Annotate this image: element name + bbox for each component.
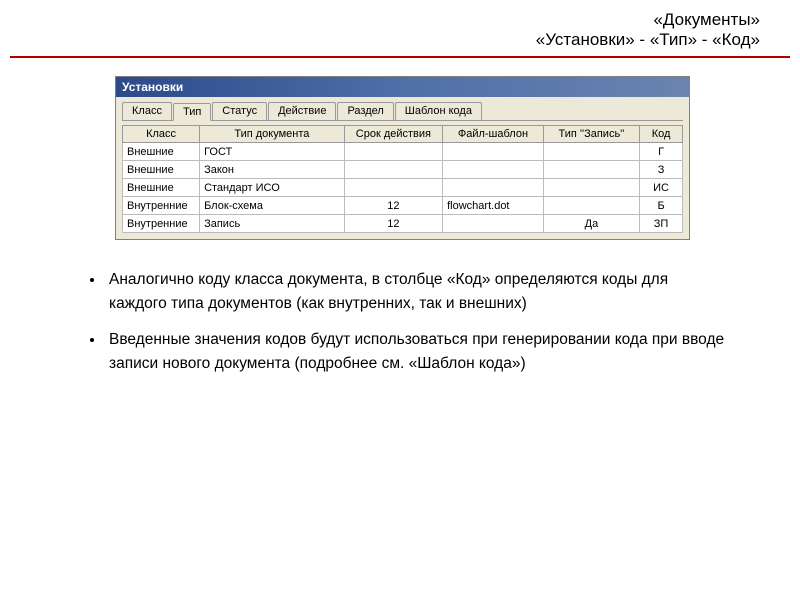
- cell-tipz[interactable]: [543, 197, 639, 215]
- table-row[interactable]: Внешние Стандарт ИСО ИС: [123, 179, 683, 197]
- cell-srok[interactable]: [344, 161, 443, 179]
- cell-type[interactable]: Закон: [200, 161, 345, 179]
- cell-type[interactable]: Запись: [200, 215, 345, 233]
- cell-tipz[interactable]: Да: [543, 215, 639, 233]
- cell-code[interactable]: Г: [640, 143, 683, 161]
- cell-type[interactable]: Стандарт ИСО: [200, 179, 345, 197]
- cell-file[interactable]: flowchart.dot: [443, 197, 544, 215]
- cell-srok[interactable]: 12: [344, 215, 443, 233]
- cell-class[interactable]: Внешние: [123, 161, 200, 179]
- tab-code-template[interactable]: Шаблон кода: [395, 102, 482, 120]
- col-header-file[interactable]: Файл-шаблон: [443, 126, 544, 143]
- header-line1: «Документы»: [0, 10, 760, 30]
- bullet-1: Аналогично коду класса документа, в стол…: [105, 268, 730, 316]
- window-titlebar: Установки: [116, 77, 689, 97]
- tab-status[interactable]: Статус: [212, 102, 267, 120]
- cell-class[interactable]: Внешние: [123, 179, 200, 197]
- cell-srok[interactable]: [344, 179, 443, 197]
- col-header-type[interactable]: Тип документа: [200, 126, 345, 143]
- tab-class[interactable]: Класс: [122, 102, 172, 120]
- cell-file[interactable]: [443, 215, 544, 233]
- cell-file[interactable]: [443, 143, 544, 161]
- cell-class[interactable]: Внешние: [123, 143, 200, 161]
- types-table[interactable]: Класс Тип документа Срок действия Файл-ш…: [122, 125, 683, 233]
- tab-action[interactable]: Действие: [268, 102, 336, 120]
- table-header-row: Класс Тип документа Срок действия Файл-ш…: [123, 126, 683, 143]
- cell-class[interactable]: Внутренние: [123, 197, 200, 215]
- cell-type[interactable]: ГОСТ: [200, 143, 345, 161]
- col-header-tipz[interactable]: Тип ''Запись'': [543, 126, 639, 143]
- slide-header: «Документы» «Установки» - «Тип» - «Код»: [0, 0, 800, 56]
- tab-type[interactable]: Тип: [173, 103, 211, 121]
- col-header-class[interactable]: Класс: [123, 126, 200, 143]
- cell-file[interactable]: [443, 161, 544, 179]
- cell-srok[interactable]: 12: [344, 197, 443, 215]
- table-row[interactable]: Внутренние Запись 12 Да ЗП: [123, 215, 683, 233]
- bullet-2: Введенные значения кодов будут использов…: [105, 328, 730, 376]
- table-row[interactable]: Внешние ГОСТ Г: [123, 143, 683, 161]
- description-list: Аналогично коду класса документа, в стол…: [105, 268, 730, 376]
- cell-tipz[interactable]: [543, 161, 639, 179]
- header-line2: «Установки» - «Тип» - «Код»: [0, 30, 760, 50]
- cell-srok[interactable]: [344, 143, 443, 161]
- tab-section[interactable]: Раздел: [337, 102, 393, 120]
- table-row[interactable]: Внутренние Блок-схема 12 flowchart.dot Б: [123, 197, 683, 215]
- cell-type[interactable]: Блок-схема: [200, 197, 345, 215]
- settings-window: Установки Класс Тип Статус Действие Разд…: [115, 76, 690, 240]
- cell-code[interactable]: Б: [640, 197, 683, 215]
- cell-tipz[interactable]: [543, 143, 639, 161]
- tab-strip: Класс Тип Статус Действие Раздел Шаблон …: [116, 97, 689, 120]
- window-title: Установки: [122, 80, 183, 94]
- cell-file[interactable]: [443, 179, 544, 197]
- cell-code[interactable]: ИС: [640, 179, 683, 197]
- cell-code[interactable]: ЗП: [640, 215, 683, 233]
- cell-class[interactable]: Внутренние: [123, 215, 200, 233]
- col-header-code[interactable]: Код: [640, 126, 683, 143]
- header-underline: [10, 56, 790, 58]
- cell-code[interactable]: З: [640, 161, 683, 179]
- cell-tipz[interactable]: [543, 179, 639, 197]
- table-row[interactable]: Внешние Закон З: [123, 161, 683, 179]
- col-header-srok[interactable]: Срок действия: [344, 126, 443, 143]
